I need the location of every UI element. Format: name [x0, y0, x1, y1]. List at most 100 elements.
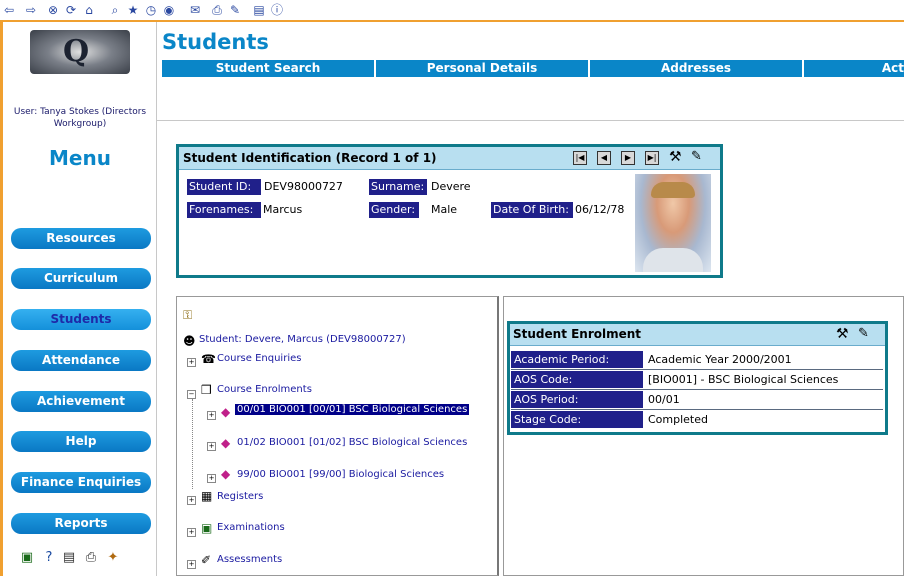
- gender-value: Male: [431, 203, 458, 216]
- aos-period-label: AOS Period:: [511, 391, 643, 408]
- tools-icon[interactable]: ⚒: [836, 326, 849, 342]
- info-icon[interactable]: ⓘ: [270, 3, 284, 17]
- panel-title: Student Enrolment: [513, 327, 642, 341]
- student-id-label: Student ID:: [187, 179, 261, 195]
- help-icon[interactable]: ?: [41, 550, 57, 566]
- nav-attendance-button[interactable]: Attendance: [11, 350, 151, 371]
- tree-course-enquiries[interactable]: Course Enquiries: [217, 353, 301, 364]
- edit-record-icon[interactable]: ✎: [691, 149, 702, 164]
- media-icon[interactable]: ◉: [162, 3, 176, 17]
- tab-addresses[interactable]: Addresses: [590, 60, 804, 77]
- panel-header: Student Identification (Record 1 of 1) |…: [179, 147, 720, 170]
- tab-bar: Student Search Personal Details Addresse…: [162, 60, 904, 77]
- register-grid-icon: ▦: [201, 489, 213, 503]
- page-title: Students: [162, 30, 269, 54]
- users-icon[interactable]: ▣: [19, 550, 35, 566]
- tree-assessments[interactable]: Assessments: [217, 554, 282, 565]
- expand-icon[interactable]: +: [207, 442, 216, 451]
- surname-value: Devere: [431, 180, 471, 193]
- tools-icon[interactable]: ⚒: [669, 149, 682, 165]
- print-icon[interactable]: ⎙: [210, 3, 224, 17]
- panel-title: Student Identification (Record 1 of 1): [183, 151, 437, 165]
- history-icon[interactable]: ◷: [144, 3, 158, 17]
- key-icon: ⚿: [183, 308, 193, 322]
- expand-icon[interactable]: +: [187, 528, 196, 537]
- nav-help-button[interactable]: Help: [11, 431, 151, 452]
- forenames-label: Forenames:: [187, 202, 261, 218]
- course-book-icon: ◆: [221, 405, 231, 419]
- nav-curriculum-button[interactable]: Curriculum: [11, 268, 151, 289]
- nav-reports-button[interactable]: Reports: [11, 513, 151, 534]
- next-record-icon[interactable]: ▶: [621, 151, 635, 165]
- expand-icon[interactable]: +: [187, 496, 196, 505]
- browser-toolbar: ⇦ ⇨ ⊗ ⟳ ⌂ ⌕ ★ ◷ ◉ ✉ ⎙ ✎ ▤ ⓘ: [0, 0, 904, 22]
- menu-title: Menu: [49, 146, 111, 170]
- gender-label: Gender:: [369, 202, 419, 218]
- tree-enrolment-item[interactable]: 01/02 BIO001 [01/02] BSC Biological Scie…: [237, 437, 467, 448]
- student-icon: ☻: [183, 334, 196, 348]
- phone-icon: ☎: [201, 352, 216, 366]
- aos-code-value: [BIO001] - BSC Biological Sciences: [648, 373, 839, 386]
- student-tree-frame: ⚿ ☻ Student: Devere, Marcus (DEV98000727…: [176, 296, 499, 576]
- aos-code-label: AOS Code:: [511, 371, 643, 388]
- home-icon[interactable]: ⌂: [82, 3, 96, 17]
- last-record-icon[interactable]: ▶|: [645, 151, 659, 165]
- user-label: User: Tanya Stokes (Directors Workgroup): [13, 107, 147, 129]
- forward-icon[interactable]: ⇨: [24, 3, 38, 17]
- first-record-icon[interactable]: |◀: [573, 151, 587, 165]
- tab-personal-details[interactable]: Personal Details: [376, 60, 590, 77]
- student-photo: [635, 174, 711, 272]
- student-identification-panel: Student Identification (Record 1 of 1) |…: [176, 144, 723, 278]
- tree-enrolment-item[interactable]: 99/00 BIO001 [99/00] Biological Sciences: [237, 469, 444, 480]
- expand-icon[interactable]: +: [207, 411, 216, 420]
- tab-activities[interactable]: Act: [804, 60, 904, 77]
- tree-course-enrolments[interactable]: Course Enrolments: [217, 384, 312, 395]
- academic-period-value: Academic Year 2000/2001: [648, 353, 792, 366]
- header-divider: [157, 120, 904, 121]
- favorites-icon[interactable]: ★: [126, 3, 140, 17]
- edit-icon[interactable]: ✎: [228, 3, 242, 17]
- back-icon[interactable]: ⇦: [2, 3, 16, 17]
- exam-icon: ▣: [201, 521, 213, 535]
- previous-record-icon[interactable]: ◀: [597, 151, 611, 165]
- assessment-icon: ✐: [201, 553, 212, 567]
- refresh-icon[interactable]: ⟳: [64, 3, 78, 17]
- search-icon[interactable]: ⌕: [108, 3, 122, 17]
- panel-header: Student Enrolment ⚒ ✎: [510, 324, 885, 346]
- expand-icon[interactable]: +: [187, 560, 196, 569]
- tree-root-student[interactable]: Student: Devere, Marcus (DEV98000727): [199, 334, 406, 345]
- student-id-value: DEV98000727: [264, 180, 343, 193]
- college-logo: Q: [30, 30, 130, 74]
- nav-resources-button[interactable]: Resources: [11, 228, 151, 249]
- stage-code-value: Completed: [648, 413, 708, 426]
- expand-icon[interactable]: +: [207, 474, 216, 483]
- tab-student-search[interactable]: Student Search: [162, 60, 376, 77]
- student-enrolment-panel: Student Enrolment ⚒ ✎ Academic Period: A…: [507, 321, 888, 435]
- collapse-icon[interactable]: −: [187, 390, 196, 399]
- aos-period-value: 00/01: [648, 393, 680, 406]
- surname-label: Surname:: [369, 179, 427, 195]
- save-icon[interactable]: ▤: [61, 550, 77, 566]
- discuss-icon[interactable]: ▤: [252, 3, 266, 17]
- books-icon: ❒: [201, 383, 212, 397]
- print-icon[interactable]: ⎙: [83, 550, 99, 566]
- course-book-icon: ◆: [221, 436, 231, 450]
- nav-achievement-button[interactable]: Achievement: [11, 391, 151, 412]
- sidebar: Q User: Tanya Stokes (Directors Workgrou…: [0, 22, 157, 576]
- forenames-value: Marcus: [263, 203, 303, 216]
- course-book-icon: ◆: [221, 467, 231, 481]
- nav-finance-enquiries-button[interactable]: Finance Enquiries: [11, 472, 151, 493]
- date-of-birth-value: 06/12/78: [575, 203, 625, 216]
- nav-students-button[interactable]: Students: [11, 309, 151, 330]
- academic-period-label: Academic Period:: [511, 351, 643, 368]
- date-of-birth-label: Date Of Birth:: [491, 202, 573, 218]
- tree-examinations[interactable]: Examinations: [217, 522, 285, 533]
- tools-icon[interactable]: ✦: [105, 550, 121, 566]
- stop-icon[interactable]: ⊗: [46, 3, 60, 17]
- stage-code-label: Stage Code:: [511, 411, 643, 428]
- tree-enrolment-item[interactable]: 00/01 BIO001 [00/01] BSC Biological Scie…: [235, 404, 470, 415]
- edit-record-icon[interactable]: ✎: [858, 326, 869, 341]
- tree-registers[interactable]: Registers: [217, 491, 263, 502]
- expand-icon[interactable]: +: [187, 358, 196, 367]
- mail-icon[interactable]: ✉: [188, 3, 202, 17]
